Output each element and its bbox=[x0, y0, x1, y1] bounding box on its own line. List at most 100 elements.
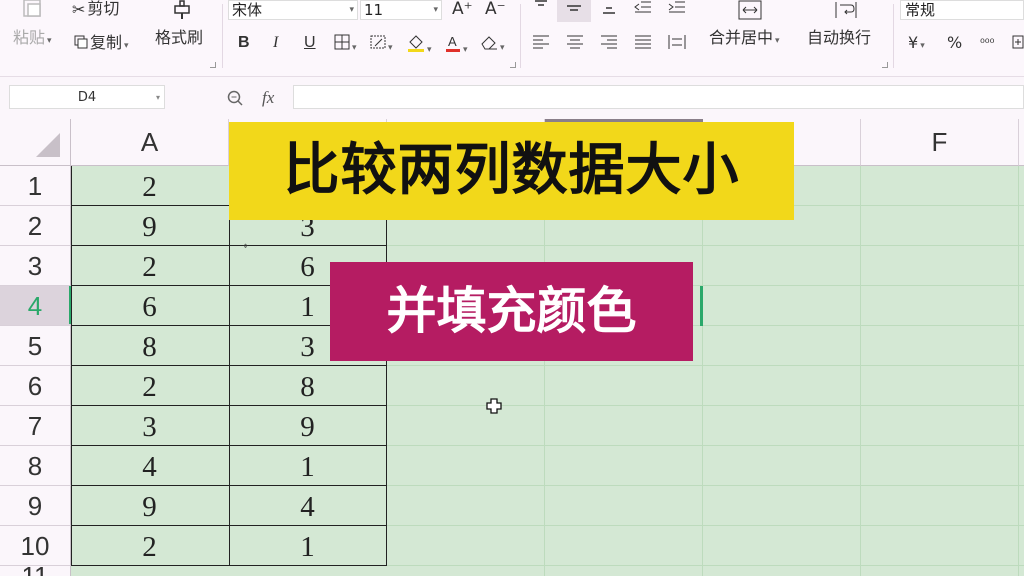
cell-a5[interactable]: 8 bbox=[71, 326, 228, 366]
align-middle-icon bbox=[567, 5, 581, 11]
range-border bbox=[71, 525, 387, 526]
row-header-4[interactable]: 4 bbox=[0, 286, 71, 326]
italic-button[interactable]: I bbox=[273, 34, 278, 52]
cut-button[interactable]: ✂ 剪切 bbox=[72, 0, 119, 19]
percent-button[interactable]: % bbox=[947, 34, 962, 52]
align-middle-button[interactable] bbox=[557, 0, 591, 22]
insert-function-button[interactable]: fx bbox=[262, 88, 274, 108]
align-right-icon[interactable] bbox=[600, 34, 618, 54]
borders-icon bbox=[334, 34, 350, 54]
copy-icon bbox=[74, 35, 88, 53]
range-border bbox=[71, 565, 387, 566]
cell-b7[interactable]: 9 bbox=[229, 406, 386, 446]
range-border bbox=[71, 405, 387, 406]
row-header-1[interactable]: 1 bbox=[0, 166, 71, 206]
font-color-icon: A bbox=[445, 34, 461, 56]
cell-style-icon bbox=[370, 35, 386, 54]
cell-a9[interactable]: 9 bbox=[71, 486, 228, 526]
title-banner: 比较两列数据大小 bbox=[229, 122, 794, 220]
row-header-7[interactable]: 7 bbox=[0, 406, 71, 446]
svg-text:A: A bbox=[448, 34, 457, 49]
cell-a8[interactable]: 4 bbox=[71, 446, 228, 486]
cell-a2[interactable]: 9 bbox=[71, 206, 228, 246]
range-border bbox=[229, 166, 230, 566]
range-border bbox=[71, 365, 387, 366]
fill-color-button[interactable]: ▾ bbox=[407, 34, 432, 59]
copy-button[interactable]: 复制 ▾ bbox=[74, 34, 129, 55]
subtitle-banner: 并填充颜色 bbox=[330, 262, 693, 361]
cursor-dot-icon: ⌖ bbox=[243, 242, 249, 252]
format-painter-button[interactable]: 格式刷 bbox=[155, 29, 203, 47]
cell-style-button[interactable]: ▾ bbox=[370, 34, 393, 57]
row-header-11[interactable]: 11 bbox=[0, 566, 71, 576]
row-header-9[interactable]: 9 bbox=[0, 486, 71, 526]
clear-format-button[interactable]: ▾ bbox=[480, 34, 505, 57]
cell-b8[interactable]: 1 bbox=[229, 446, 386, 486]
eraser-icon bbox=[480, 35, 498, 54]
align-top-icon[interactable] bbox=[533, 0, 549, 18]
row-header-5[interactable]: 5 bbox=[0, 326, 71, 366]
justify-icon[interactable] bbox=[634, 34, 652, 54]
cell-a1[interactable]: 2 bbox=[71, 166, 228, 206]
row-selection-marker bbox=[69, 286, 71, 324]
column-header-a[interactable]: A bbox=[71, 119, 229, 166]
font-color-button[interactable]: A ▾ bbox=[445, 34, 468, 59]
alignment-group-launcher[interactable] bbox=[882, 62, 888, 68]
cell-a3[interactable]: 2 bbox=[71, 246, 228, 286]
cell-a4[interactable]: 6 bbox=[71, 286, 228, 326]
underline-button[interactable]: U bbox=[304, 34, 316, 52]
align-bottom-icon[interactable] bbox=[601, 0, 617, 20]
font-name-select[interactable]: 宋体 ▾ bbox=[228, 0, 358, 20]
group-divider bbox=[520, 4, 521, 68]
group-divider bbox=[222, 4, 223, 68]
paste-icon[interactable] bbox=[20, 0, 44, 22]
decrease-indent-icon[interactable] bbox=[634, 0, 652, 18]
cell-b6[interactable]: 8 bbox=[229, 366, 386, 406]
grid-line bbox=[1018, 166, 1019, 576]
number-format-select[interactable]: 常规 bbox=[900, 0, 1024, 20]
thousands-separator-icon[interactable]: ⁰⁰⁰ bbox=[980, 34, 994, 52]
cell-b9[interactable]: 4 bbox=[229, 486, 386, 526]
merge-center-icon[interactable] bbox=[738, 0, 762, 24]
distributed-align-icon[interactable] bbox=[668, 34, 686, 54]
row-header-10[interactable]: 10 bbox=[0, 526, 71, 566]
row-header-6[interactable]: 6 bbox=[0, 366, 71, 406]
select-all-button[interactable] bbox=[0, 119, 71, 166]
currency-button[interactable]: ¥ ▾ bbox=[908, 34, 925, 55]
increase-indent-icon[interactable] bbox=[668, 0, 686, 18]
align-left-icon[interactable] bbox=[532, 34, 550, 54]
font-size-select[interactable]: 11 ▾ bbox=[360, 0, 442, 20]
paste-button[interactable]: 粘贴 ▾ bbox=[13, 29, 52, 50]
wrap-text-button[interactable]: 自动换行 bbox=[807, 29, 871, 47]
row-header-8[interactable]: 8 bbox=[0, 446, 71, 486]
increase-decimal-icon[interactable] bbox=[1012, 34, 1024, 54]
wrap-text-icon[interactable] bbox=[834, 0, 858, 24]
borders-button[interactable]: ▾ bbox=[334, 34, 357, 57]
align-center-icon[interactable] bbox=[566, 34, 584, 54]
column-header-f[interactable]: F bbox=[861, 119, 1019, 166]
formula-input[interactable] bbox=[293, 85, 1024, 109]
cell-a7[interactable]: 3 bbox=[71, 406, 228, 446]
cell-a10[interactable]: 2 bbox=[71, 526, 228, 566]
name-box[interactable]: D4 ▾ bbox=[9, 85, 165, 109]
column-header-g[interactable] bbox=[1019, 119, 1024, 166]
grid-line bbox=[860, 166, 861, 576]
range-border bbox=[71, 445, 387, 446]
range-border bbox=[386, 166, 387, 566]
grow-font-button[interactable]: A⁺ bbox=[452, 0, 473, 18]
chevron-down-icon: ▾ bbox=[155, 93, 160, 102]
merge-center-button[interactable]: 合并居中 ▾ bbox=[709, 29, 780, 50]
zoom-search-icon[interactable] bbox=[226, 89, 244, 111]
row-header-2[interactable]: 2 bbox=[0, 206, 71, 246]
scissors-icon: ✂ bbox=[72, 0, 86, 19]
paint-bucket-icon bbox=[407, 35, 425, 56]
shrink-font-button[interactable]: A⁻ bbox=[485, 0, 506, 18]
font-group-launcher[interactable] bbox=[510, 62, 516, 68]
format-painter-icon[interactable] bbox=[172, 0, 192, 24]
clipboard-group-launcher[interactable] bbox=[210, 62, 216, 68]
bold-button[interactable]: B bbox=[238, 34, 250, 52]
cell-a6[interactable]: 2 bbox=[71, 366, 228, 406]
row-header-3[interactable]: 3 bbox=[0, 246, 71, 286]
group-divider bbox=[893, 4, 894, 68]
cell-b10[interactable]: 1 bbox=[229, 526, 386, 566]
